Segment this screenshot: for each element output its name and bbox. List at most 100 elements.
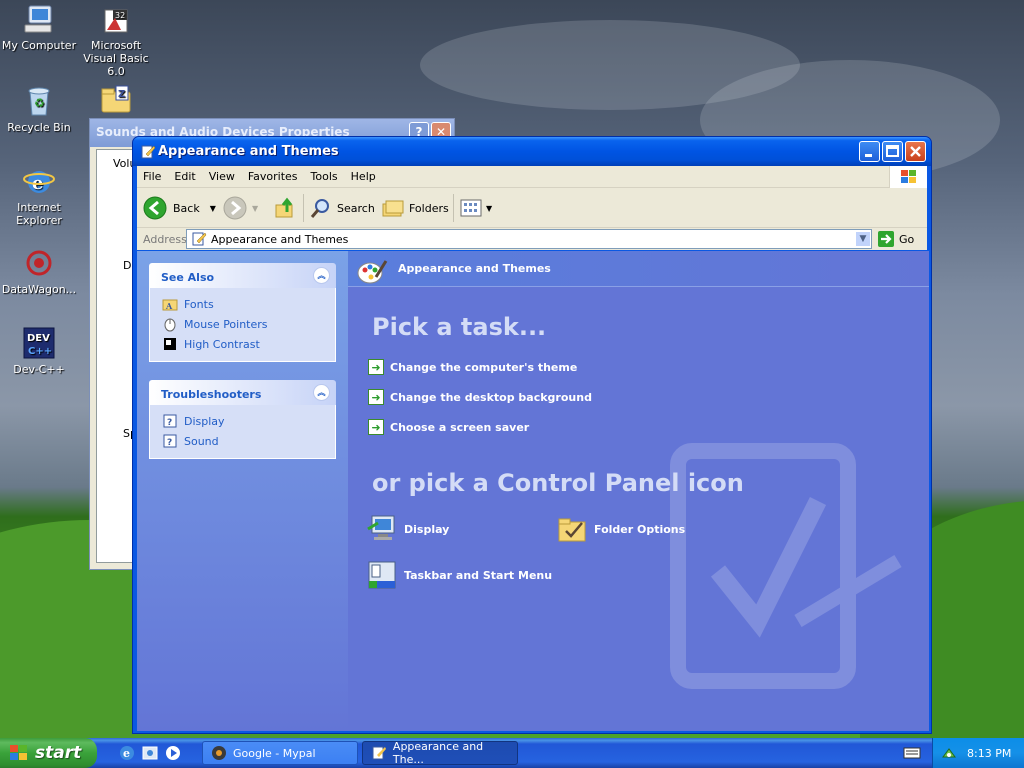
mypal-browser-icon <box>212 746 226 760</box>
windows-logo-icon <box>10 745 27 760</box>
taskbar-item-appearance-themes[interactable]: Appearance and The... <box>362 740 518 766</box>
computer-icon <box>22 2 56 36</box>
see-also-item-high-contrast[interactable]: High Contrast <box>162 334 335 354</box>
clock[interactable]: 8:13 PM <box>967 747 1011 760</box>
go-arrow-icon <box>878 231 894 247</box>
display-icon <box>366 513 398 545</box>
high-contrast-icon <box>162 336 178 352</box>
see-also-header[interactable]: See Also ︽ <box>149 263 336 288</box>
menu-edit[interactable]: Edit <box>168 166 202 183</box>
go-button[interactable]: Go <box>877 230 914 248</box>
svg-text:32: 32 <box>115 11 125 20</box>
window-titlebar[interactable]: Appearance and Themes <box>133 137 931 166</box>
menu-help[interactable]: Help <box>345 166 383 183</box>
menu-bar: File Edit View Favorites Tools Help <box>137 166 927 188</box>
window-title: Appearance and Themes <box>158 144 339 159</box>
help-icon: ? <box>162 413 178 429</box>
taskbar-item-mypal[interactable]: Google - Mypal <box>202 741 358 765</box>
start-button[interactable]: start <box>0 738 97 768</box>
taskbar: start e Google - Mypal Appearance and Th… <box>0 738 1024 768</box>
start-label: start <box>35 743 82 763</box>
cp-icon-label: Taskbar and Start Menu <box>404 568 553 582</box>
search-button[interactable]: Search <box>309 195 375 221</box>
category-title: Appearance and Themes <box>398 262 551 275</box>
control-panel-icon <box>192 232 207 246</box>
taskbar-icon <box>366 559 398 591</box>
internet-explorer-icon: e <box>22 164 56 198</box>
cp-icon-taskbar-start-menu[interactable]: Taskbar and Start Menu <box>366 559 552 591</box>
desktop-icon-label: Recycle Bin <box>7 121 71 134</box>
up-folder-icon <box>275 197 293 218</box>
desktop-icon-label: Internet Explorer <box>16 201 62 227</box>
troubleshooter-item-sound[interactable]: ? Sound <box>162 431 335 451</box>
arrow-icon: ➜ <box>368 389 384 405</box>
svg-text:?: ? <box>167 418 172 428</box>
folder-options-icon <box>556 513 588 545</box>
category-content: Appearance and Themes Pick a task... ➜ C… <box>348 251 929 731</box>
recycle-bin-icon: ♻ <box>22 84 56 118</box>
keyboard-tray-icon[interactable] <box>903 744 921 762</box>
desktop-icon-devcpp[interactable]: DEV C++ Dev-C++ <box>0 326 78 376</box>
desktop-icon-folder-zip[interactable]: Z <box>77 82 155 122</box>
cp-icon-label: Display <box>404 522 450 536</box>
see-also-item-mouse-pointers[interactable]: Mouse Pointers <box>162 314 335 334</box>
quicklaunch-media-player-icon[interactable] <box>164 744 182 762</box>
desktop-icon-internet-explorer[interactable]: e Internet Explorer <box>0 164 78 227</box>
folders-icon <box>382 200 404 217</box>
task-change-theme[interactable]: ➜ Change the computer's theme <box>368 359 577 375</box>
network-icon[interactable] <box>941 745 957 761</box>
control-panel-icon <box>140 144 156 160</box>
back-button[interactable]: Back ▼ <box>143 195 216 221</box>
troubleshooter-label: Sound <box>184 434 219 448</box>
desktop-icon-label: My Computer <box>1 39 77 52</box>
task-change-background[interactable]: ➜ Change the desktop background <box>368 389 592 405</box>
desktop-icon-datawagon[interactable]: DataWagon... <box>0 246 78 296</box>
collapse-chevron-icon[interactable]: ︽ <box>313 267 330 284</box>
fonts-folder-icon: A <box>162 296 178 312</box>
menu-file[interactable]: File <box>137 166 168 183</box>
menu-tools[interactable]: Tools <box>305 166 345 183</box>
troubleshooter-item-display[interactable]: ? Display <box>162 411 335 431</box>
troubleshooters-body: ? Display ? Sound <box>149 405 336 459</box>
desktop-icon-my-computer[interactable]: My Computer <box>0 2 78 52</box>
svg-text:?: ? <box>167 438 172 448</box>
see-also-label: Mouse Pointers <box>184 317 268 331</box>
menu-favorites[interactable]: Favorites <box>242 166 305 183</box>
arrow-icon: ➜ <box>368 419 384 435</box>
desktop-icon-label: DataWagon... <box>1 283 77 296</box>
see-also-item-fonts[interactable]: A Fonts <box>162 294 335 314</box>
desktop-icon-visual-basic[interactable]: 32 Microsoft Visual Basic 6.0 <box>77 2 155 78</box>
cp-icon-display[interactable]: Display <box>366 513 449 545</box>
cp-icon-folder-options[interactable]: Folder Options <box>556 513 685 545</box>
up-folder-button[interactable] <box>273 195 297 221</box>
troubleshooters-header[interactable]: Troubleshooters ︽ <box>149 380 336 405</box>
forward-button[interactable]: ▼ <box>223 195 258 221</box>
taskbar-item-label: Appearance and The... <box>392 740 484 766</box>
menu-view[interactable]: View <box>203 166 242 183</box>
see-also-body: A Fonts Mouse Pointers High Contrast <box>149 288 336 362</box>
troubleshooters-title: Troubleshooters <box>161 388 262 401</box>
datawagon-icon <box>22 246 56 280</box>
task-label: Choose a screen saver <box>390 420 530 434</box>
svg-text:e: e <box>123 747 130 760</box>
toolbar-separator <box>453 194 454 222</box>
maximize-button[interactable] <box>882 141 903 162</box>
address-dropdown-icon[interactable]: ▼ <box>855 231 871 247</box>
task-label: Change the computer's theme <box>390 360 578 374</box>
minimize-button[interactable] <box>859 141 880 162</box>
desktop-icon-recycle-bin[interactable]: ♻ Recycle Bin <box>0 84 78 134</box>
folders-button[interactable]: Folders <box>381 195 449 221</box>
quicklaunch-explorer-icon[interactable] <box>141 744 159 762</box>
address-field[interactable]: Appearance and Themes ▼ <box>186 229 872 249</box>
quicklaunch-ie-icon[interactable]: e <box>118 744 136 762</box>
pick-icon-heading: or pick a Control Panel icon <box>372 469 744 497</box>
back-label: Back <box>173 201 200 215</box>
views-button[interactable]: ▼ <box>459 195 492 221</box>
task-screen-saver[interactable]: ➜ Choose a screen saver <box>368 419 529 435</box>
appearance-themes-window[interactable]: Appearance and Themes File Edit View Favori… <box>132 136 932 734</box>
collapse-chevron-icon[interactable]: ︽ <box>313 384 330 401</box>
system-tray: 8:13 PM <box>932 738 1024 768</box>
close-button[interactable] <box>905 141 926 162</box>
address-value: Appearance and Themes <box>211 232 349 246</box>
back-dropdown-icon[interactable]: ▼ <box>210 204 216 213</box>
